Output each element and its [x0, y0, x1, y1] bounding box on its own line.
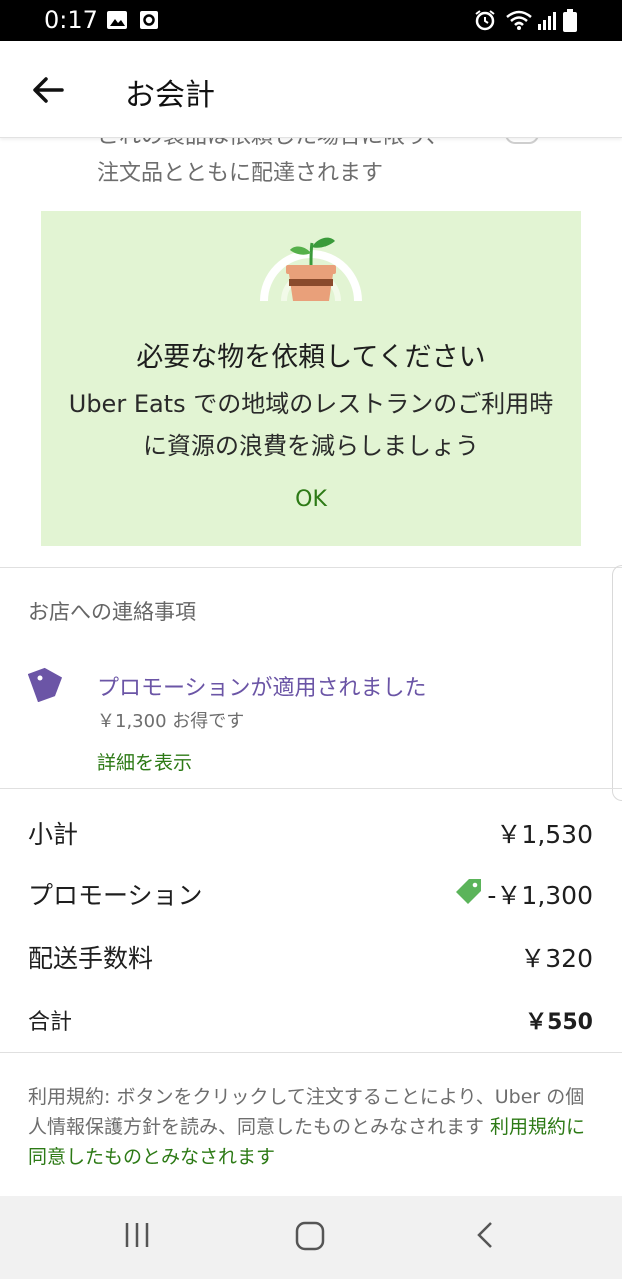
promotion-label: プロモーション [28, 881, 203, 910]
discount-tag-icon [456, 879, 481, 904]
page-title: お会計 [125, 78, 215, 113]
restaurant-notes-field[interactable]: お店への連絡事項 [28, 596, 196, 626]
card-body: Uber Eats での地域のレストランのご利用時に資源の浪費を減らしましょう [68, 390, 554, 460]
back-icon[interactable] [472, 1220, 498, 1250]
promotion-saving-text: ￥1,300 お得です [97, 711, 245, 732]
alarm-icon [475, 10, 495, 31]
promotion-value: -￥1,300 [487, 881, 593, 910]
clipped-item-line2: 注文品とともに配達されます [97, 161, 384, 186]
wifi-icon [506, 10, 532, 30]
arrow-left-icon[interactable] [30, 74, 66, 106]
card-title: 必要な物を依頼してください [136, 342, 486, 373]
potted-plant-illustration [260, 237, 362, 301]
divider [0, 788, 622, 789]
divider [0, 1052, 622, 1053]
promotion-details-link[interactable]: 詳細を表示 [97, 748, 192, 775]
subtotal-label: 小計 [28, 820, 79, 849]
terms-text: 利用規約: ボタンをクリックして注文することにより、Uber の個人情報保護方針… [28, 1082, 594, 1172]
promotion-applied-text: プロモーションが適用されました [97, 676, 427, 701]
app-bar: お会計 [0, 41, 622, 138]
delivery-fee-label: 配送手数料 [28, 944, 154, 973]
system-nav-bar [0, 1196, 622, 1279]
tag-icon [28, 667, 63, 702]
divider [0, 567, 622, 568]
image-icon [107, 11, 127, 29]
signal-icon [538, 12, 556, 30]
circle-app-icon [140, 11, 158, 29]
ok-button[interactable]: OK [281, 487, 341, 521]
recent-apps-icon[interactable] [122, 1220, 152, 1250]
subtotal-value: ￥1,530 [496, 820, 593, 849]
scroll-indicator [612, 565, 622, 801]
delivery-fee-value: ￥320 [520, 944, 593, 973]
total-value: ￥550 [525, 1010, 593, 1035]
request-items-card: 必要な物を依頼してください Uber Eats での地域のレストランのご利用時に… [41, 211, 581, 546]
status-time: 0:17 [44, 6, 98, 34]
status-bar: 0:17 [0, 0, 622, 41]
battery-icon [563, 9, 577, 32]
total-label: 合計 [28, 1010, 73, 1035]
home-icon[interactable] [294, 1220, 326, 1252]
